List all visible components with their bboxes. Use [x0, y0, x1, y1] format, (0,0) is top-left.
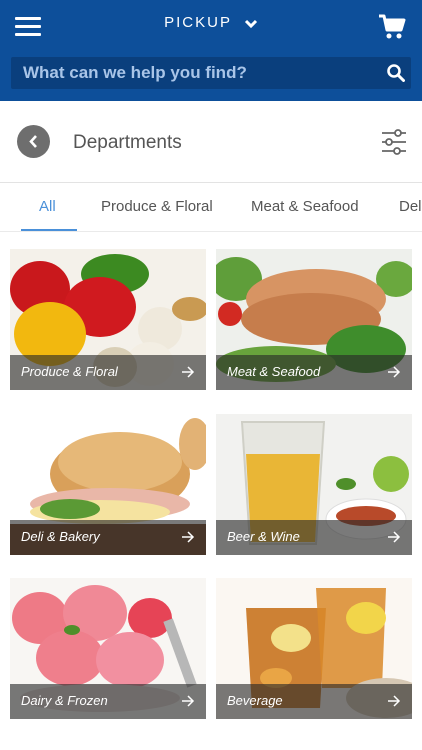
tab-meat-seafood[interactable]: Meat & Seafood [251, 198, 359, 215]
tile-label-bar: Produce & Floral [10, 355, 206, 390]
arrow-right-icon [388, 695, 401, 707]
chevron-down-icon [244, 19, 257, 29]
departments-header: Departments [0, 101, 422, 183]
department-tile-beverage[interactable]: Beverage [216, 578, 412, 719]
department-tile-dairy-frozen[interactable]: Dairy & Frozen [10, 578, 206, 719]
department-tile-deli-bakery[interactable]: Deli & Bakery [10, 414, 206, 555]
arrow-right-icon [182, 531, 195, 543]
top-bar: PICKUP [0, 0, 422, 101]
department-tile-meat-seafood[interactable]: Meat & Seafood [216, 249, 412, 390]
tile-label-bar: Deli & Bakery [10, 520, 206, 555]
search-icon[interactable] [387, 64, 405, 82]
search-input[interactable] [11, 57, 371, 89]
cart-icon[interactable] [378, 14, 406, 40]
tile-label: Deli & Bakery [21, 529, 100, 544]
tab-all[interactable]: All [39, 198, 56, 215]
page-title: Departments [73, 132, 182, 153]
department-tile-produce-floral[interactable]: Produce & Floral [10, 249, 206, 390]
back-button[interactable] [17, 125, 50, 158]
tile-label: Beverage [227, 693, 283, 708]
tile-label-bar: Dairy & Frozen [10, 684, 206, 719]
chevron-left-icon [29, 135, 37, 148]
tab-produce-floral[interactable]: Produce & Floral [101, 198, 213, 215]
tile-label-bar: Beverage [216, 684, 412, 719]
tile-label: Meat & Seafood [227, 364, 321, 379]
department-tile-beer-wine[interactable]: Beer & Wine [216, 414, 412, 555]
pickup-mode-selector[interactable]: PICKUP [0, 14, 422, 38]
tile-label: Dairy & Frozen [21, 693, 108, 708]
arrow-right-icon [388, 531, 401, 543]
department-tabs: All Produce & Floral Meat & Seafood Del [0, 184, 422, 232]
tile-label: Produce & Floral [21, 364, 118, 379]
tile-label: Beer & Wine [227, 529, 300, 544]
search-bar [11, 57, 411, 89]
department-grid: Produce & Floral Meat & Seafood Deli & B… [0, 232, 422, 750]
arrow-right-icon [182, 366, 195, 378]
tile-label-bar: Beer & Wine [216, 520, 412, 555]
arrow-right-icon [388, 366, 401, 378]
pickup-mode-label: PICKUP [164, 14, 232, 31]
tab-deli[interactable]: Del [399, 198, 422, 215]
tile-label-bar: Meat & Seafood [216, 355, 412, 390]
filter-sliders-icon[interactable] [380, 129, 408, 155]
arrow-right-icon [182, 695, 195, 707]
